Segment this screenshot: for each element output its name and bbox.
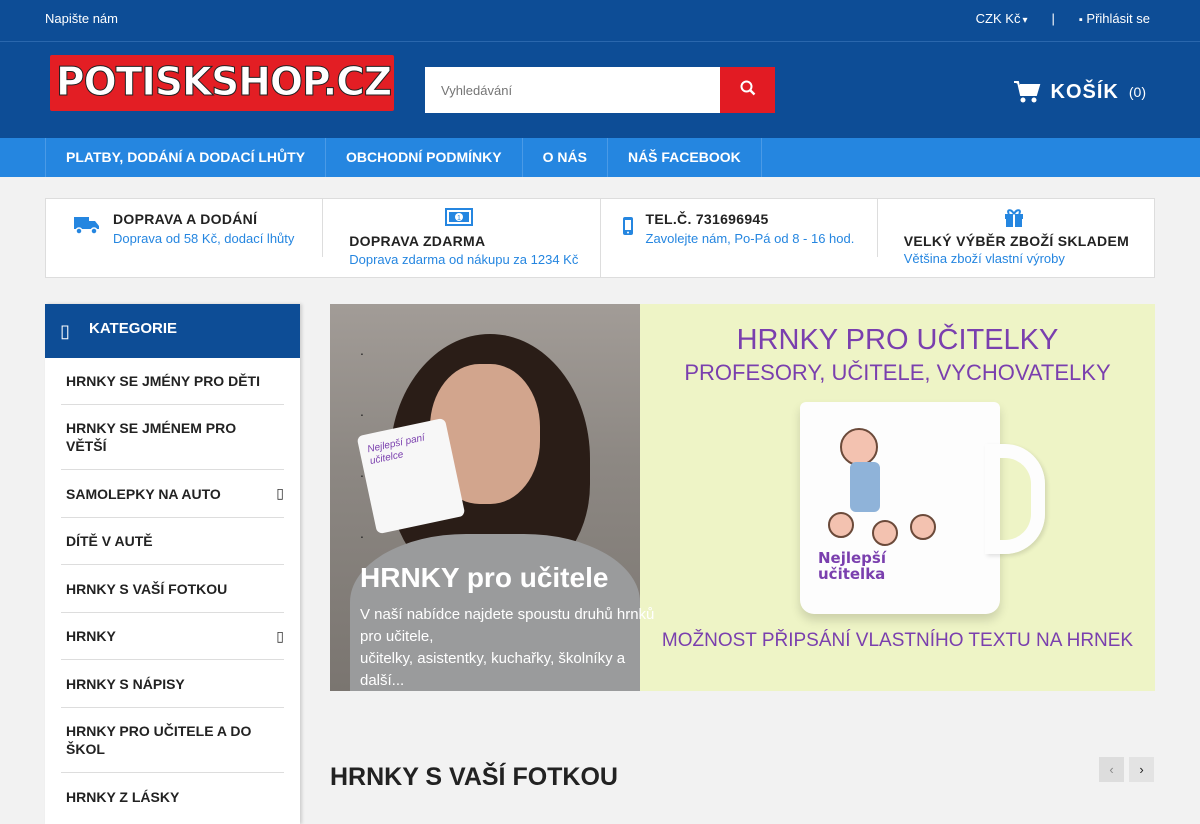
- category-item[interactable]: DÍTĚ V AUTĚ: [61, 518, 284, 565]
- chevron-right-icon[interactable]: ▯: [276, 485, 284, 502]
- feature-stock: VELKÝ VÝBĚR ZBOŽÍ SKLADEM Většina zboží …: [878, 199, 1154, 277]
- caption-description: V naší nabídce najdete spoustu druhů hrn…: [360, 604, 660, 691]
- menu-icon: ▯: [60, 321, 70, 341]
- cart-button[interactable]: KOŠÍK (0): [1013, 80, 1146, 104]
- cart-icon: [1013, 81, 1040, 103]
- search-button[interactable]: [720, 67, 775, 113]
- small-mug-text: Nejlepší paní učitelce: [366, 432, 426, 468]
- carousel-prev-button[interactable]: ‹: [1099, 757, 1124, 782]
- category-label: HRNKY S VAŠÍ FOTKOU: [66, 580, 228, 597]
- contact-link[interactable]: Napište nám: [45, 11, 118, 26]
- chevron-right-icon[interactable]: ▯: [276, 628, 284, 645]
- kid-figure: [872, 520, 898, 546]
- banner-promo: HRNKY PRO UČITELKY PROFESORY, UČITELE, V…: [640, 304, 1155, 691]
- kid-figure: [840, 428, 878, 466]
- top-bar-right: CZK Kč ▾ | ▪ Přihlásit se: [976, 11, 1150, 26]
- caption-line: V naší nabídce najdete spoustu druhů hrn…: [360, 606, 655, 645]
- cart-label: KOŠÍK: [1050, 80, 1119, 103]
- feature-phone: TEL.Č. 731696945 Zavolejte nám, Po-Pá od…: [601, 199, 878, 257]
- carousel-next-button[interactable]: ›: [1129, 757, 1154, 782]
- search-icon: [740, 80, 755, 95]
- currency-selector[interactable]: CZK Kč ▾: [976, 11, 1028, 26]
- section-title: HRNKY S VAŠÍ FOTKOU: [330, 763, 618, 791]
- top-bar: Napište nám CZK Kč ▾ | ▪ Přihlásit se: [0, 0, 1200, 42]
- category-header[interactable]: ▯ KATEGORIE: [45, 304, 300, 358]
- category-item[interactable]: HRNKY ▯: [61, 613, 284, 660]
- hero-banner[interactable]: Nejlepší paní učitelce HRNKY PRO UČITELK…: [330, 304, 1155, 691]
- truck-icon: [74, 217, 99, 235]
- mug-handle: [985, 444, 1045, 554]
- kid-figure: [910, 514, 936, 540]
- slider-dot[interactable]: .: [360, 442, 364, 503]
- category-item[interactable]: HRNKY S NÁPISY: [61, 660, 284, 708]
- feature-title: DOPRAVA ZDARMA: [349, 233, 486, 249]
- mug-text: Nejlepší učitelka: [818, 549, 886, 583]
- category-label: HRNKY: [66, 628, 116, 644]
- category-label: HRNKY S NÁPISY: [66, 675, 185, 692]
- nav-item-shipping[interactable]: PLATBY, DODÁNÍ A DODACÍ LHŮTY: [45, 138, 325, 177]
- category-item[interactable]: SAMOLEPKY NA AUTO ▯: [61, 470, 284, 518]
- category-item[interactable]: HRNKY S VAŠÍ FOTKOU: [61, 565, 284, 613]
- category-label: SAMOLEPKY NA AUTO: [66, 485, 221, 502]
- search-bar: [425, 67, 775, 113]
- category-label: HRNKY PRO UČITELE A DO ŠKOL: [66, 723, 252, 757]
- kid-figure: [828, 512, 854, 538]
- feature-title: DOPRAVA A DODÁNÍ: [113, 211, 258, 227]
- feature-title: VELKÝ VÝBĚR ZBOŽÍ SKLADEM: [903, 233, 1130, 249]
- nav-item-facebook[interactable]: NÁŠ FACEBOOK: [606, 138, 762, 177]
- feature-subtitle: Zavolejte nám, Po-Pá od 8 - 16 hod.: [645, 231, 855, 246]
- category-label: DÍTĚ V AUTĚ: [66, 533, 153, 549]
- feature-free-shipping: 1 DOPRAVA ZDARMA Doprava zdarma od nákup…: [323, 199, 601, 277]
- feature-subtitle: Většina zboží vlastní výroby: [903, 251, 1065, 266]
- banner-headline: HRNKY PRO UČITELKY: [736, 324, 1059, 356]
- teacher-dress: [850, 462, 880, 512]
- feature-title: TEL.Č. 731696945: [645, 211, 769, 227]
- banner-subheadline: PROFESORY, UČITELE, VYCHOVATELKY: [684, 360, 1111, 385]
- caption-line: učitelky, asistentky, kuchařky, školníky…: [360, 650, 626, 689]
- chevron-down-icon: ▾: [1022, 15, 1028, 26]
- feature-subtitle: Doprava od 58 Kč, dodací lhůty: [113, 231, 295, 246]
- login-label: Přihlásit se: [1086, 11, 1150, 26]
- slider-dot[interactable]: .: [360, 381, 364, 442]
- gift-icon: [1004, 209, 1023, 227]
- caption-title: HRNKY pro učitele: [360, 562, 609, 593]
- login-link[interactable]: ▪ Přihlásit se: [1079, 11, 1150, 26]
- money-icon: 1: [445, 208, 474, 226]
- slider-dots: . . . .: [360, 320, 364, 564]
- category-sidebar: ▯ KATEGORIE HRNKY SE JMÉNY PRO DĚTI HRNK…: [45, 304, 300, 824]
- category-list: HRNKY SE JMÉNY PRO DĚTI HRNKY SE JMÉNEM …: [45, 358, 300, 820]
- nav-item-terms[interactable]: OBCHODNÍ PODMÍNKY: [325, 138, 522, 177]
- logo[interactable]: POTISKSHOP.CZ: [50, 55, 394, 111]
- phone-icon: [622, 217, 633, 235]
- feature-subtitle: Doprava zdarma od nákupu za 1234 Kč: [349, 252, 579, 267]
- category-label: HRNKY Z LÁSKY: [66, 788, 180, 805]
- category-label: HRNKY SE JMÉNY PRO DĚTI: [66, 373, 260, 389]
- slider-dot[interactable]: .: [360, 320, 364, 381]
- features-bar: DOPRAVA A DODÁNÍ Doprava od 58 Kč, dodac…: [45, 198, 1155, 278]
- svg-text:1: 1: [457, 215, 461, 222]
- category-title: KATEGORIE: [89, 320, 178, 337]
- divider: |: [1051, 11, 1055, 26]
- user-icon: ▪: [1078, 14, 1083, 26]
- category-item[interactable]: HRNKY SE JMÉNEM PRO VĚTŠÍ: [61, 405, 284, 470]
- category-item[interactable]: HRNKY PRO UČITELE A DO ŠKOL: [61, 708, 284, 773]
- header: POTISKSHOP.CZ KOŠÍK (0): [0, 42, 1200, 138]
- category-item[interactable]: HRNKY Z LÁSKY: [61, 773, 284, 820]
- category-item[interactable]: HRNKY SE JMÉNY PRO DĚTI: [61, 358, 284, 405]
- currency-label: CZK Kč: [975, 11, 1021, 26]
- logo-text: POTISKSHOP.CZ: [50, 55, 394, 111]
- main-nav: PLATBY, DODÁNÍ A DODACÍ LHŮTY OBCHODNÍ P…: [0, 138, 1200, 177]
- category-label: HRNKY SE JMÉNEM PRO VĚTŠÍ: [66, 420, 237, 454]
- feature-shipping: DOPRAVA A DODÁNÍ Doprava od 58 Kč, dodac…: [46, 199, 324, 257]
- nav-item-about[interactable]: O NÁS: [521, 138, 607, 177]
- banner-footer-text: MOŽNOST PŘIPSÁNÍ VLASTNÍHO TEXTU NA HRNE…: [661, 630, 1134, 651]
- cart-count: (0): [1128, 84, 1146, 100]
- search-input[interactable]: [425, 67, 720, 113]
- slider-dot[interactable]: .: [360, 503, 364, 564]
